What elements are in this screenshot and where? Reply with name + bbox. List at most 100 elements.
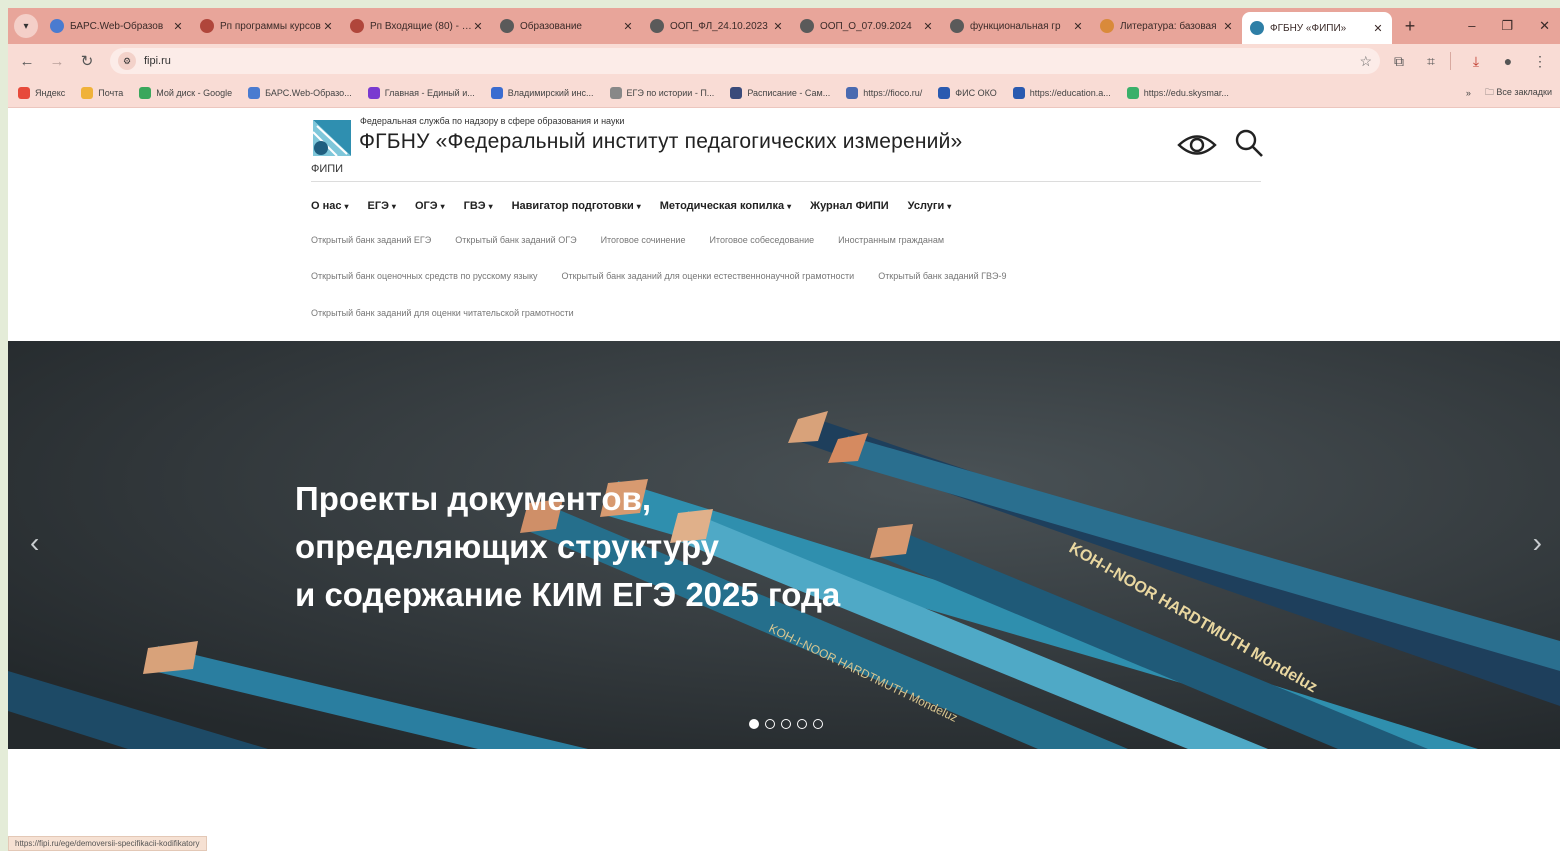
hero-title[interactable]: Проекты документов, определяющих структу… <box>295 475 995 619</box>
download-icon[interactable]: ⤓ <box>1463 53 1489 70</box>
slider-dot[interactable] <box>749 719 759 729</box>
tab-close-icon[interactable]: ✕ <box>1372 22 1384 35</box>
close-window-icon[interactable]: ✕ <box>1539 18 1550 34</box>
quicklink[interactable]: Открытый банк оценочных средств по русск… <box>311 271 537 281</box>
address-text: fipi.ru <box>144 55 171 67</box>
extension-icon[interactable]: ⧉ <box>1386 53 1412 70</box>
nav-item[interactable]: ОГЭ ▾ <box>415 200 445 212</box>
chevron-down-icon: ▾ <box>391 202 396 211</box>
back-icon[interactable]: ← <box>16 53 38 70</box>
slider-dot[interactable] <box>797 719 807 729</box>
tab-close-icon[interactable]: ✕ <box>1072 20 1084 33</box>
tab-close-icon[interactable]: ✕ <box>1222 20 1234 33</box>
bookmark-label: Расписание - Сам... <box>747 87 831 98</box>
slider-next-icon[interactable]: › <box>1533 527 1542 559</box>
org-title[interactable]: ФГБНУ «Федеральный институт педагогическ… <box>359 130 962 154</box>
quicklink[interactable]: Открытый банк заданий ЕГЭ <box>311 235 431 245</box>
quicklink[interactable]: Открытый банк заданий ГВЭ-9 <box>878 271 1006 281</box>
quicklinks-row-3: Открытый банк заданий для оценки читател… <box>311 308 574 318</box>
bookmark-label: БАРС.Web-Образо... <box>265 87 352 98</box>
address-bar[interactable]: ⚙ fipi.ru ☆ <box>110 48 1380 74</box>
bookmark-favicon-icon <box>846 86 859 99</box>
nav-item[interactable]: Методическая копилка ▾ <box>660 200 791 212</box>
bookmark-star-icon[interactable]: ☆ <box>1359 53 1372 70</box>
nav-item[interactable]: ГВЭ ▾ <box>464 200 493 212</box>
tab-close-icon[interactable]: ✕ <box>922 20 934 33</box>
chevron-down-icon: ▾ <box>440 202 445 211</box>
bookmark-item[interactable]: Почта <box>81 86 123 99</box>
bookmark-favicon-icon <box>139 86 152 99</box>
bookmark-item[interactable]: Главная - Единый и... <box>367 86 475 99</box>
quicklink[interactable]: Итоговое сочинение <box>601 235 686 245</box>
tab-close-icon[interactable]: ✕ <box>472 20 484 33</box>
nav-item[interactable]: ЕГЭ ▾ <box>368 200 396 212</box>
nav-item-label: ОГЭ <box>414 200 438 212</box>
eye-icon[interactable] <box>1177 130 1217 160</box>
nav-item[interactable]: Навигатор подготовки ▾ <box>512 200 641 212</box>
nav-item[interactable]: О нас ▾ <box>311 200 349 212</box>
tab-title: ООП_ФЛ_24.10.2023 <box>670 20 768 32</box>
browser-tab[interactable]: Литература: базовая ✕ <box>1092 11 1242 41</box>
tab-strip: ▾ БАРС.Web-Образов ✕ Рп программы курсов ✕ Р… <box>8 8 1560 44</box>
bookmark-item[interactable]: Владимирский инс... <box>490 86 594 99</box>
slider-prev-icon[interactable]: ‹ <box>30 527 39 559</box>
bookmark-label: Владимирский инс... <box>507 87 594 98</box>
quicklink[interactable]: Открытый банк заданий для оценки естеств… <box>561 271 854 281</box>
bookmark-list: Яндекс Почта Мой диск - Google БАРС.Web-Обр… <box>18 86 1245 99</box>
tab-search-button[interactable]: ▾ <box>14 14 38 38</box>
tab-close-icon[interactable]: ✕ <box>622 20 634 33</box>
tab-title: Образование <box>520 20 582 32</box>
bookmark-item[interactable]: https://education.a... <box>1012 86 1111 99</box>
quicklink[interactable]: Иностранным гражданам <box>838 235 944 245</box>
browser-tab[interactable]: ООП_О_07.09.2024 ✕ <box>792 11 942 41</box>
site-info-icon[interactable]: ⚙ <box>118 52 136 70</box>
minimize-icon[interactable]: – <box>1468 18 1475 34</box>
fipi-logo-icon[interactable] <box>311 118 353 158</box>
reload-icon[interactable]: ↻ <box>76 52 98 70</box>
browser-tab[interactable]: Образование ✕ <box>492 11 642 41</box>
tab-close-icon[interactable]: ✕ <box>172 20 184 33</box>
nav-item[interactable]: Журнал ФИПИ <box>810 200 889 212</box>
slider-dot[interactable] <box>813 719 823 729</box>
bookmark-item[interactable]: ЕГЭ по истории - П... <box>609 86 715 99</box>
page-content-area <box>8 749 1560 851</box>
browser-tab[interactable]: функциональная гр ✕ <box>942 11 1092 41</box>
restore-icon[interactable]: ❐ <box>1501 18 1513 34</box>
nav-item[interactable]: Услуги ▾ <box>908 200 952 212</box>
tab-favicon-icon <box>200 19 214 33</box>
menu-icon[interactable]: ⋮ <box>1527 53 1553 70</box>
slider-dot[interactable] <box>765 719 775 729</box>
bookmark-item[interactable]: ФИС ОКО <box>938 86 997 99</box>
bookmark-item[interactable]: https://edu.skysmar... <box>1126 86 1229 99</box>
forward-icon[interactable]: → <box>46 53 68 70</box>
search-icon[interactable] <box>1234 128 1264 158</box>
bookmark-item[interactable]: https://fioco.ru/ <box>846 86 922 99</box>
status-url: https://fipi.ru/ege/demoversii-specifika… <box>8 836 207 851</box>
hero-title-line: Проекты документов, <box>295 480 651 517</box>
bookmark-label: ЕГЭ по истории - П... <box>626 87 715 98</box>
quicklink[interactable]: Открытый банк заданий для оценки читател… <box>311 308 574 318</box>
window-controls: – ❐ ✕ <box>1468 18 1560 34</box>
browser-tab[interactable]: Рп Входящие (80) - a.i ✕ <box>342 11 492 41</box>
puzzle-icon[interactable]: ⌗ <box>1418 53 1444 70</box>
tab-close-icon[interactable]: ✕ <box>322 20 334 33</box>
bookmarks-overflow-icon[interactable]: » <box>1466 88 1471 98</box>
slider-dot[interactable] <box>781 719 791 729</box>
quicklink[interactable]: Открытый банк заданий ОГЭ <box>455 235 576 245</box>
browser-tab[interactable]: Рп программы курсов ✕ <box>192 11 342 41</box>
nav-item-label: О нас <box>311 200 342 212</box>
browser-tab[interactable]: ФГБНУ «ФИПИ» ✕ <box>1242 12 1392 44</box>
bookmark-item[interactable]: Расписание - Сам... <box>730 86 831 99</box>
all-bookmarks-button[interactable]: 🗀 Все закладки <box>1485 85 1552 101</box>
browser-tab[interactable]: ООП_ФЛ_24.10.2023 ✕ <box>642 11 792 41</box>
bookmark-item[interactable]: Яндекс <box>18 86 65 99</box>
tab-close-icon[interactable]: ✕ <box>772 20 784 33</box>
hero-title-line: и содержание КИМ ЕГЭ 2025 года <box>295 576 841 613</box>
browser-tab[interactable]: БАРС.Web-Образов ✕ <box>42 11 192 41</box>
bookmark-item[interactable]: Мой диск - Google <box>139 86 232 99</box>
quicklink[interactable]: Итоговое собеседование <box>709 235 814 245</box>
bookmark-item[interactable]: БАРС.Web-Образо... <box>248 86 352 99</box>
new-tab-button[interactable]: + <box>1398 14 1422 38</box>
profile-icon[interactable]: ● <box>1495 53 1521 69</box>
tab-title: ФГБНУ «ФИПИ» <box>1270 22 1347 34</box>
